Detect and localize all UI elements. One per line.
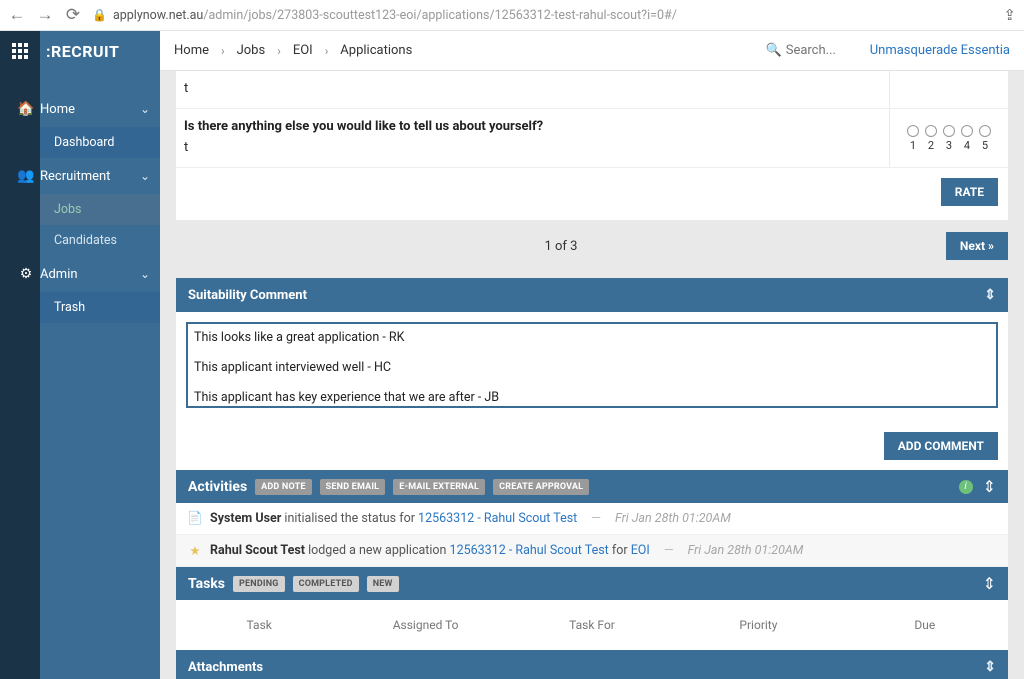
home-icon: 🏠 (12, 101, 40, 117)
activity-link[interactable]: 12563312 - Rahul Scout Test (450, 543, 609, 558)
search-box[interactable]: 🔍 (766, 43, 856, 58)
suitability-header: Suitability Comment ⇕ (176, 278, 1008, 312)
collapse-icon[interactable]: ⇕ (984, 659, 996, 675)
question-row: t (176, 71, 1008, 109)
sidebar-item-label: Recruitment (40, 169, 140, 184)
panel-title: Attachments (188, 660, 263, 675)
rating-label: 1 (907, 139, 919, 152)
star-icon: ★ (188, 544, 202, 558)
rating-label: 2 (925, 139, 937, 152)
collapse-icon[interactable]: ⇕ (983, 574, 996, 593)
sidebar-item-label: Admin (40, 267, 140, 282)
sidebar-item-label: Home (40, 102, 140, 117)
panel-title: Tasks (188, 576, 225, 592)
info-icon[interactable]: i (959, 480, 973, 494)
answer-text: t (184, 81, 873, 96)
browser-toolbar: ← → ⟳ 🔒 applynow.net.au/admin/jobs/27380… (0, 0, 1024, 31)
breadcrumb-item[interactable]: Jobs (237, 43, 266, 58)
chip-create-approval[interactable]: CREATE APPROVAL (493, 479, 589, 495)
question-text: Is there anything else you would like to… (184, 119, 873, 134)
sidebar-item-recruitment[interactable]: 👥 Recruitment ⌄ (0, 158, 160, 194)
chip-send-email[interactable]: SEND EMAIL (320, 479, 386, 495)
rate-button[interactable]: RATE (941, 178, 998, 206)
address-bar[interactable]: 🔒 applynow.net.au/admin/jobs/273803-scou… (92, 8, 993, 23)
share-icon[interactable]: ⇪ (1003, 6, 1016, 24)
gear-icon: ⚙ (12, 266, 40, 282)
breadcrumb-item[interactable]: Home (174, 43, 209, 58)
breadcrumb: Home› Jobs› EOI› Applications (174, 43, 412, 58)
chip-completed[interactable]: COMPLETED (293, 576, 359, 592)
activity-row: 📄 System User initialised the status for… (176, 503, 1008, 535)
reload-button[interactable]: ⟳ (64, 5, 82, 25)
chip-add-note[interactable]: ADD NOTE (255, 479, 312, 495)
rating-radio-1[interactable] (907, 125, 919, 137)
chevron-down-icon: ⌄ (140, 267, 150, 281)
top-bar: Home› Jobs› EOI› Applications 🔍 Unmasque… (160, 31, 1024, 71)
forward-button[interactable]: → (36, 5, 54, 25)
activity-link[interactable]: EOI (631, 543, 650, 558)
attachments-header: Attachments ⇕ (176, 650, 1008, 679)
sidebar-item-admin[interactable]: ⚙ Admin ⌄ (0, 256, 160, 292)
chip-pending[interactable]: PENDING (233, 576, 285, 592)
activity-timestamp: Fri Jan 28th 01:20AM (688, 543, 804, 558)
rating-cell: 1 2 3 4 5 (890, 109, 1008, 167)
next-button[interactable]: Next » (946, 232, 1008, 260)
rating-radio-3[interactable] (943, 125, 955, 137)
logo: :RECRUIT (40, 31, 160, 71)
activity-row: ★ Rahul Scout Test lodged a new applicat… (176, 535, 1008, 567)
answer-text: t (184, 140, 873, 155)
activity-link[interactable]: 12563312 - Rahul Scout Test (418, 511, 577, 526)
tasks-header: Tasks PENDING COMPLETED NEW ⇕ (176, 567, 1008, 600)
collapse-icon[interactable]: ⇕ (984, 287, 996, 303)
chip-email-external[interactable]: E-MAIL EXTERNAL (393, 479, 485, 495)
activity-timestamp: Fri Jan 28th 01:20AM (615, 511, 731, 526)
search-icon: 🔍 (766, 43, 782, 58)
back-button[interactable]: ← (8, 5, 26, 25)
apps-grid-icon[interactable] (0, 31, 40, 71)
panel-title: Activities (188, 479, 247, 495)
sidebar-item-candidates[interactable]: Candidates (40, 225, 160, 256)
lock-icon: 🔒 (92, 8, 107, 22)
people-icon: 👥 (12, 168, 40, 184)
sidebar-item-home[interactable]: 🏠 Home ⌄ (0, 91, 160, 127)
rating-radio-2[interactable] (925, 125, 937, 137)
pager-text: 1 of 3 (176, 239, 946, 254)
search-input[interactable] (786, 43, 856, 58)
sidebar-item-jobs[interactable]: Jobs (40, 194, 160, 225)
rating-label: 4 (961, 139, 973, 152)
side-rail (0, 31, 40, 679)
sidebar: :RECRUIT 🏠 Home ⌄ Dashboard 👥 Recruitmen… (40, 31, 160, 679)
question-row: Is there anything else you would like to… (176, 109, 1008, 168)
sidebar-item-trash[interactable]: Trash (40, 292, 160, 323)
panel-title: Suitability Comment (188, 288, 307, 303)
activities-header: Activities ADD NOTE SEND EMAIL E-MAIL EX… (176, 470, 1008, 503)
chevron-down-icon: ⌄ (140, 102, 150, 116)
activity-icon: 📄 (188, 512, 202, 526)
rating-label: 5 (979, 139, 991, 152)
add-comment-button[interactable]: ADD COMMENT (884, 432, 998, 460)
chevron-down-icon: ⌄ (140, 169, 150, 183)
rating-radio-5[interactable] (979, 125, 991, 137)
rating-cell (890, 71, 1008, 108)
collapse-icon[interactable]: ⇕ (983, 477, 996, 496)
rating-radio-4[interactable] (961, 125, 973, 137)
unmasquerade-link[interactable]: Unmasquerade Essentia (870, 43, 1010, 58)
rating-label: 3 (943, 139, 955, 152)
breadcrumb-item[interactable]: EOI (293, 43, 313, 58)
chip-new[interactable]: NEW (367, 576, 399, 592)
suitability-comment-input[interactable] (186, 322, 998, 408)
tasks-columns: Task Assigned To Task For Priority Due (176, 618, 1008, 632)
breadcrumb-item[interactable]: Applications (340, 43, 412, 58)
sidebar-item-dashboard[interactable]: Dashboard (40, 127, 160, 158)
